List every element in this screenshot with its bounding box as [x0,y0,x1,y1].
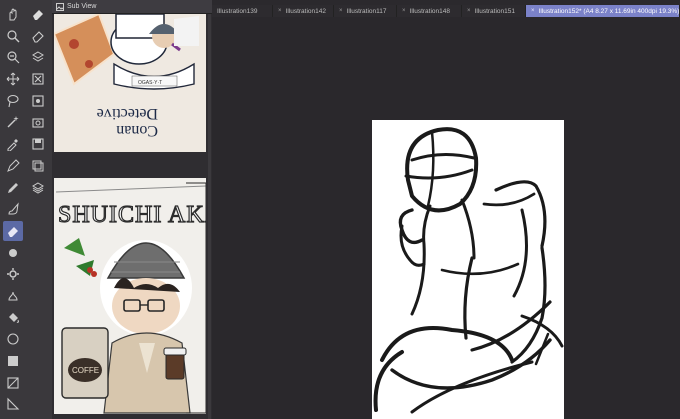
eyedropper-icon[interactable] [3,134,23,154]
camera-icon[interactable] [28,112,48,132]
tab-label: Illustration117 [346,7,387,15]
close-icon[interactable]: × [467,8,471,14]
svg-text:SHUICHI AKAI: SHUICHI AKAI [58,202,206,228]
tab-illustration139[interactable]: Illustration139 [212,5,273,17]
eraser-tool-active-icon[interactable] [3,220,23,241]
eraser-icon[interactable] [28,4,48,24]
clear-icon[interactable] [28,91,48,111]
sub-view-header: Sub View [52,0,212,14]
pencil-icon[interactable] [3,178,23,198]
image-icon [56,2,64,11]
gradient-icon[interactable] [3,329,23,349]
close-icon[interactable]: × [402,8,406,14]
tab-label: Illustration151 [474,7,515,15]
tab-illustration151[interactable]: × Illustration151 [462,5,526,17]
close-icon[interactable]: × [339,8,343,14]
close-icon[interactable]: × [531,8,535,14]
tab-label: Illustration139 [217,7,258,15]
pen-icon[interactable] [3,156,23,176]
tab-label: Illustration148 [409,7,450,15]
close-box-icon[interactable] [28,69,48,89]
svg-text:COFFE: COFFE [72,366,99,375]
rect-icon[interactable] [3,351,23,371]
layer-icon[interactable] [28,47,48,67]
gear-brush-icon[interactable] [3,264,23,284]
fill-icon[interactable] [3,308,23,328]
frame-icon[interactable] [3,373,23,393]
tab-illustration152-active[interactable]: × Illustration152* (A4 8.27 x 11.69in 400… [526,5,680,17]
svg-text:Conan: Conan [116,122,158,139]
tab-label: Illustration142 [285,7,326,15]
zoom-out-icon[interactable] [3,47,23,67]
sub-view-scrollbar[interactable] [208,14,211,419]
tab-illustration148[interactable]: × Illustration148 [397,5,462,17]
magic-wand-icon[interactable] [3,112,23,132]
sub-view-title: Sub View [67,3,97,10]
tab-label: Illustration152* (A4 8.27 x 11.69in 400d… [538,7,680,15]
tab-illustration142[interactable]: × Illustration142 [273,5,334,17]
sub-view-panel: Sub View OGAS·Y·T Detective Conan SHUICH… [52,0,212,419]
hand-icon[interactable] [3,4,23,24]
tool-column-sub [28,4,48,199]
zoom-icon[interactable] [3,26,23,46]
document-tabbar: Illustration139 × Illustration142 × Illust… [212,5,680,17]
tab-illustration117[interactable]: × Illustration117 [334,5,397,17]
brush-icon[interactable] [3,199,23,219]
ref-image-shuichi-akai[interactable]: SHUICHI AKAI COFFE [54,178,206,414]
copy-icon[interactable] [28,156,48,176]
sketch-drawing [373,127,564,414]
save-icon[interactable] [28,134,48,154]
liquify-icon[interactable] [3,286,23,306]
blend-icon[interactable] [3,243,23,263]
move-icon[interactable] [3,69,23,89]
canvas-paper[interactable] [372,120,564,419]
ruler-icon[interactable] [3,394,23,414]
svg-text:Detective: Detective [97,105,158,122]
canvas-area[interactable] [212,17,680,419]
tool-column-main [3,4,23,419]
close-icon[interactable]: × [278,8,282,14]
svg-text:OGAS·Y·T: OGAS·Y·T [138,80,162,86]
tool-palette [0,0,52,419]
lasso-icon[interactable] [3,91,23,111]
eraser-soft-icon[interactable] [28,26,48,46]
layers-icon[interactable] [28,178,48,198]
ref-image-detective-conan[interactable]: OGAS·Y·T Detective Conan [54,14,206,152]
